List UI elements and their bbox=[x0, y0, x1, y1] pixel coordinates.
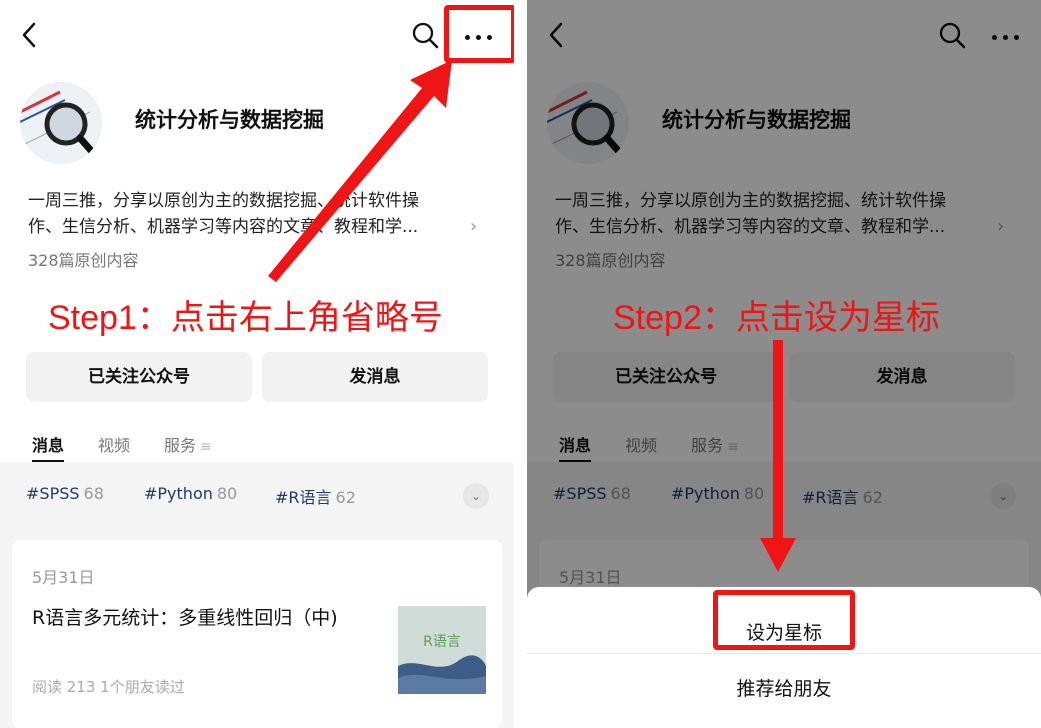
arrows-overlay bbox=[268, 60, 796, 572]
step1-arrow-icon bbox=[268, 60, 452, 282]
step2-arrow-icon bbox=[760, 340, 796, 572]
